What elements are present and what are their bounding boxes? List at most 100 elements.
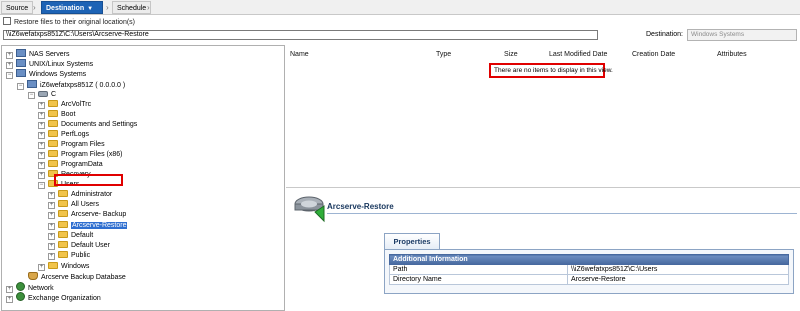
highlight-box xyxy=(54,174,123,186)
property-value: \\iZ6wefatxps851Z\C:\Users xyxy=(567,264,789,275)
tree-node-host[interactable]: − iZ6wefatxps851Z ( 0.0.0.0 ) xyxy=(17,80,125,90)
destination-type-field[interactable]: Windows Systems xyxy=(687,29,797,41)
tree-node-network[interactable]: + Network xyxy=(6,282,54,293)
tree-node-windows[interactable]: − Windows Systems xyxy=(6,69,86,79)
expand-icon[interactable]: + xyxy=(38,172,45,179)
restore-drive-icon xyxy=(294,196,325,223)
chevron-down-icon: ▼ xyxy=(87,6,94,12)
tree-node-folder[interactable]: + Program Files (x86) xyxy=(38,150,122,160)
tab-destination[interactable]: Destination ▼ xyxy=(41,1,103,14)
tab-separator-icon: › xyxy=(106,3,109,12)
properties-title: Arcserve-Restore xyxy=(327,202,394,211)
tree-node-database[interactable]: Arcserve Backup Database xyxy=(28,272,126,282)
expand-icon[interactable]: + xyxy=(38,264,45,271)
tab-schedule[interactable]: Schedule xyxy=(112,1,152,14)
tree-node-drive-c[interactable]: − C xyxy=(28,90,56,100)
destination-tree[interactable]: + NAS Servers + UNIX/Linux Systems − Window… xyxy=(1,45,285,311)
tab-separator-icon: › xyxy=(33,3,36,12)
tree-node-folder[interactable]: + Boot xyxy=(38,110,75,120)
folder-icon xyxy=(58,241,68,248)
tree-node-folder[interactable]: + All Users xyxy=(48,200,99,210)
properties-section-header: Additional Information xyxy=(389,254,789,265)
column-header-type[interactable]: Type xyxy=(436,51,451,58)
column-header-created[interactable]: Creation Date xyxy=(632,51,675,58)
folder-icon xyxy=(48,140,58,147)
expand-icon[interactable]: + xyxy=(38,162,45,169)
folder-icon xyxy=(48,150,58,157)
wizard-tabs: Source › Destination ▼ › Schedule › xyxy=(0,0,800,15)
tree-node-folder[interactable]: + Default User xyxy=(48,241,110,251)
folder-icon xyxy=(48,262,58,269)
expand-icon[interactable]: + xyxy=(38,132,45,139)
folder-icon xyxy=(48,130,58,137)
column-header-modified[interactable]: Last Modified Date xyxy=(549,51,607,58)
folder-icon xyxy=(58,210,68,217)
property-value: Arcserve-Restore xyxy=(567,274,789,285)
tree-node-folder[interactable]: + Arcserve- Backup xyxy=(48,210,126,220)
property-label: Path xyxy=(389,264,568,275)
properties-divider xyxy=(327,213,797,214)
exchange-icon xyxy=(16,292,25,301)
expand-icon[interactable]: + xyxy=(38,142,45,149)
tree-node-exchange[interactable]: + Exchange Organization xyxy=(6,292,101,303)
tree-node-folder[interactable]: + Program Files xyxy=(38,140,105,150)
expand-icon[interactable]: + xyxy=(6,296,13,303)
collapse-icon[interactable]: − xyxy=(28,92,35,99)
expand-icon[interactable]: + xyxy=(48,202,55,209)
column-header-size[interactable]: Size xyxy=(504,51,518,58)
collapse-icon[interactable]: − xyxy=(6,72,13,79)
tree-node-folder[interactable]: + Administrator xyxy=(48,190,112,200)
database-icon xyxy=(28,272,38,280)
folder-icon xyxy=(58,190,68,197)
tree-node-folder[interactable]: + ProgramData xyxy=(38,160,103,170)
folder-icon xyxy=(58,221,68,228)
folder-icon xyxy=(48,100,58,107)
expand-icon[interactable]: + xyxy=(6,52,13,59)
column-header-attributes[interactable]: Attributes xyxy=(717,51,747,58)
computer-icon xyxy=(27,80,37,88)
expand-icon[interactable]: + xyxy=(48,212,55,219)
tree-node-folder[interactable]: + Windows xyxy=(38,262,89,272)
tree-node-folder[interactable]: + Documents and Settings xyxy=(38,120,137,130)
properties-grid: Additional Information Path \\iZ6wefatxps… xyxy=(389,254,789,285)
expand-icon[interactable]: + xyxy=(38,122,45,129)
restore-original-location-checkbox[interactable] xyxy=(3,17,11,25)
expand-icon[interactable]: + xyxy=(48,223,55,230)
drive-icon xyxy=(38,91,48,97)
restore-original-location-label: Restore files to their original location… xyxy=(14,19,135,26)
properties-row: Path \\iZ6wefatxps851Z\C:\Users xyxy=(389,264,789,275)
column-header-name[interactable]: Name xyxy=(290,51,309,58)
folder-icon xyxy=(48,120,58,127)
tree-node-folder[interactable]: + PerfLogs xyxy=(38,130,89,140)
tree-node-folder[interactable]: + Default xyxy=(48,231,93,241)
expand-icon[interactable]: + xyxy=(48,243,55,250)
collapse-icon[interactable]: − xyxy=(17,83,24,90)
restore-original-location-row[interactable]: Restore files to their original location… xyxy=(3,17,135,27)
tab-separator-icon: › xyxy=(147,3,150,12)
tree-node-folder[interactable]: + Public xyxy=(48,251,90,261)
expand-icon[interactable]: + xyxy=(38,102,45,109)
tree-node-nas[interactable]: + NAS Servers xyxy=(6,49,69,59)
destination-label: Destination: xyxy=(646,31,683,38)
folder-icon xyxy=(48,110,58,117)
properties-row: Directory Name Arcserve-Restore xyxy=(389,274,789,285)
tree-node-folder[interactable]: + ArcVolTrc xyxy=(38,100,91,110)
folder-icon xyxy=(58,231,68,238)
tab-properties[interactable]: Properties xyxy=(384,233,440,250)
globe-icon xyxy=(16,282,25,291)
tree-node-unix[interactable]: + UNIX/Linux Systems xyxy=(6,59,93,69)
property-label: Directory Name xyxy=(389,274,568,285)
expand-icon[interactable]: + xyxy=(48,192,55,199)
expand-icon[interactable]: + xyxy=(6,62,13,69)
collapse-icon[interactable]: − xyxy=(38,182,45,189)
unix-server-icon xyxy=(16,59,26,67)
expand-icon[interactable]: + xyxy=(38,112,45,119)
windows-server-icon xyxy=(16,69,26,77)
nas-server-icon xyxy=(16,49,26,57)
tree-node-arcserve-restore[interactable]: + Arcserve-Restore xyxy=(48,221,128,231)
destination-path-field[interactable]: \\iZ6wefatxps851Z\C:\Users\Arcserve-Rest… xyxy=(3,30,598,40)
expand-icon[interactable]: + xyxy=(48,233,55,240)
expand-icon[interactable]: + xyxy=(48,253,55,260)
tab-source[interactable]: Source xyxy=(1,1,34,14)
expand-icon[interactable]: + xyxy=(38,152,45,159)
